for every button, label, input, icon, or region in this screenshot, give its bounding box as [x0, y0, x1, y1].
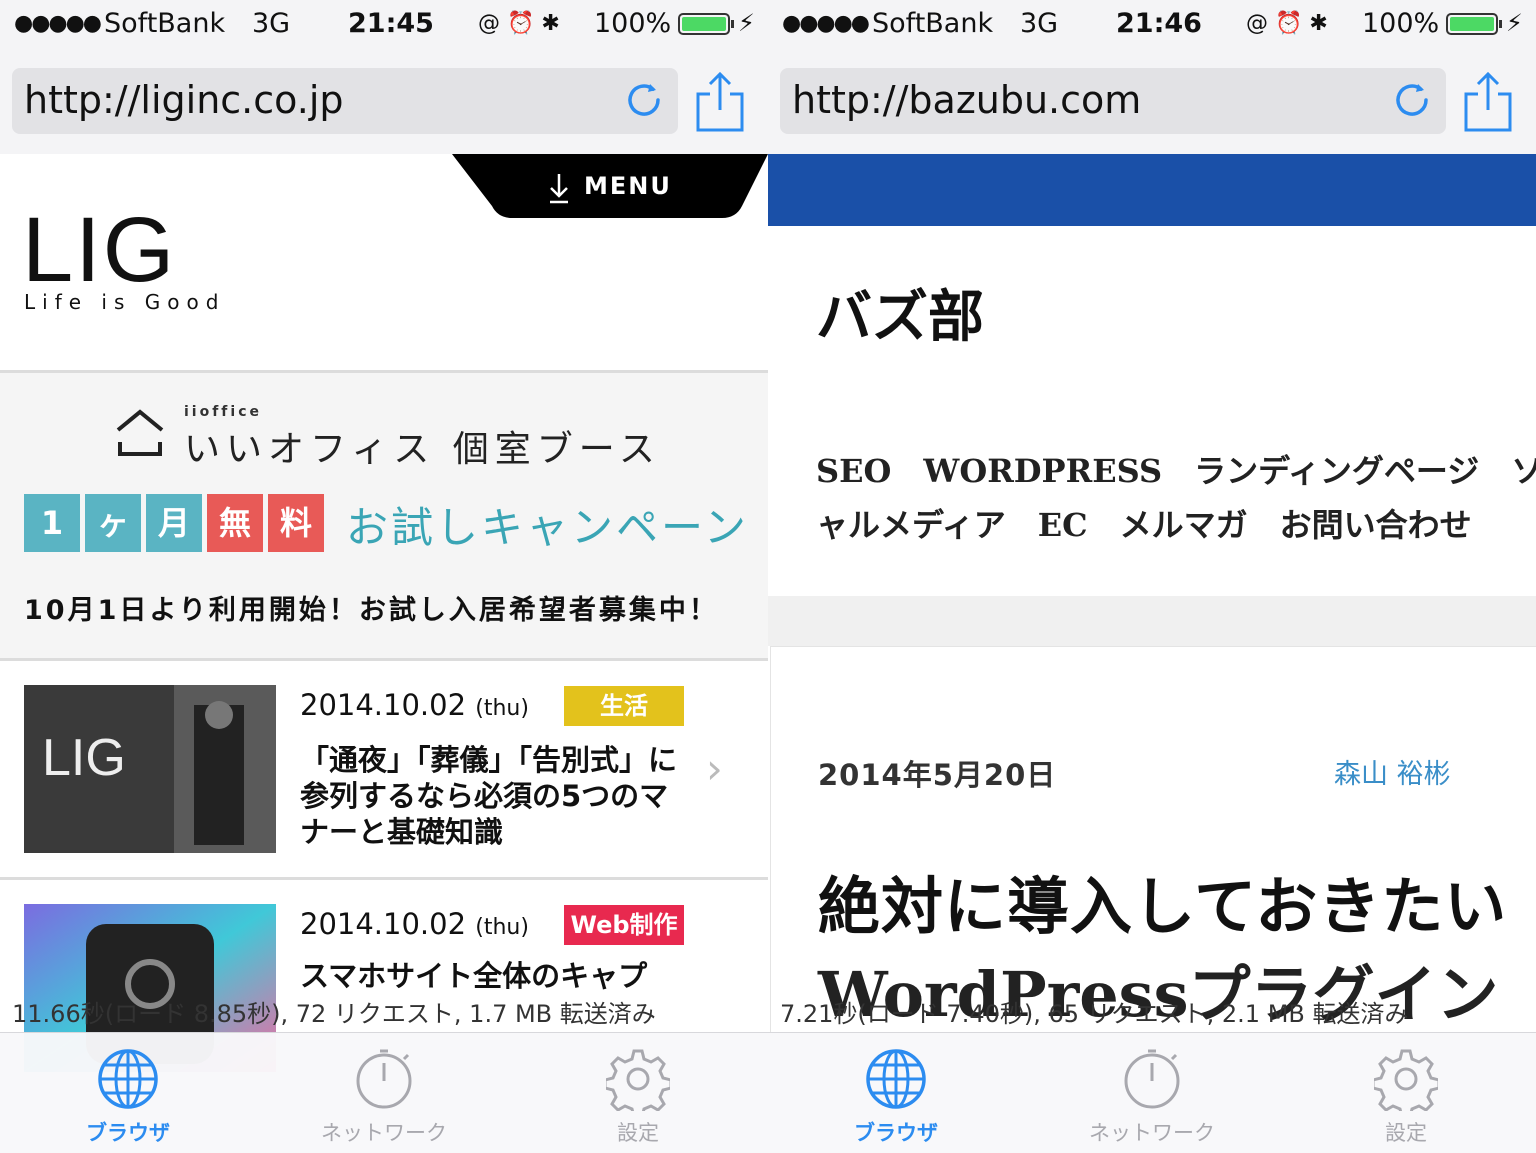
battery-percent: 100%	[594, 8, 672, 39]
post-author[interactable]: 森山 裕彬	[1334, 752, 1451, 791]
promo-note: 10月1日より利用開始！お試し入居希望者募集中！	[24, 595, 719, 626]
tab-label: ネットワーク	[1089, 1121, 1215, 1145]
url-text: http://bazubu.com	[792, 78, 1142, 122]
campaign-chip: 料	[268, 494, 324, 552]
tab-label: 設定	[1385, 1121, 1427, 1145]
campaign-chip: ヶ	[85, 494, 141, 552]
article-date: 2014.10.02 (thu)	[300, 688, 529, 722]
battery-icon	[678, 13, 734, 35]
left-screenshot: ●●●●● SoftBank 3G 21:45 @ ⏰ ✱ 100% ⚡ htt…	[0, 0, 768, 1153]
thumbnail-logo: LIG	[42, 729, 126, 787]
section-gap	[768, 596, 1536, 646]
reload-icon[interactable]	[1390, 78, 1434, 122]
tab-browser[interactable]: ブラウザ	[816, 1047, 976, 1152]
battery-percent: 100%	[1362, 8, 1440, 39]
article-title: スマホサイト全体のキャプ	[300, 959, 648, 993]
url-field[interactable]: http://liginc.co.jp	[12, 68, 678, 134]
menu-button[interactable]: MENU	[584, 172, 672, 200]
post-date: 2014年5月20日	[818, 758, 1057, 792]
tab-label: ブラウザ	[854, 1121, 938, 1145]
reload-icon[interactable]	[622, 78, 666, 122]
gear-icon	[606, 1049, 670, 1111]
address-bar: http://bazubu.com	[768, 52, 1536, 154]
post-title[interactable]: 絶対に導入しておきたい	[818, 856, 1507, 946]
address-bar: http://liginc.co.jp	[0, 52, 768, 154]
globe-icon	[98, 1049, 158, 1109]
campaign-text: お試しキャンペーン	[346, 503, 749, 552]
tab-label: ブラウザ	[86, 1121, 170, 1145]
tab-browser[interactable]: ブラウザ	[48, 1047, 208, 1152]
site-nav[interactable]: SEO WORDPRESS ランディングページ ソー	[816, 446, 1536, 492]
promo-title: いいオフィス 個室ブース	[184, 429, 661, 470]
load-stats: 11.66秒(ロード 8.85秒), 72 リクエスト, 1.7 MB 転送済み	[12, 1000, 656, 1028]
stopwatch-icon	[356, 1049, 412, 1109]
download-arrow-icon	[550, 174, 568, 204]
clock: 21:46	[1116, 8, 1202, 39]
lig-tagline: Life is Good	[24, 290, 226, 314]
tab-bar: ブラウザ ネットワーク 設定	[768, 1032, 1536, 1153]
url-field[interactable]: http://bazubu.com	[780, 68, 1446, 134]
campaign-chip: 無	[207, 494, 263, 552]
house-icon	[116, 409, 164, 456]
signal-strength: ●●●●●	[782, 11, 870, 36]
network-type: 3G	[1020, 8, 1059, 39]
share-icon[interactable]	[1460, 70, 1516, 134]
tab-label: ネットワーク	[321, 1121, 447, 1145]
charging-icon: ⚡	[738, 9, 755, 37]
category-badge[interactable]: Web制作	[564, 905, 684, 945]
tab-network[interactable]: ネットワーク	[304, 1047, 464, 1152]
article-date: 2014.10.02 (thu)	[300, 907, 529, 941]
carrier-name: SoftBank	[872, 8, 994, 39]
tab-settings[interactable]: 設定	[558, 1047, 718, 1152]
charging-icon: ⚡	[1506, 9, 1523, 37]
site-header-bar	[768, 154, 1536, 226]
network-type: 3G	[252, 8, 291, 39]
tab-settings[interactable]: 設定	[1326, 1047, 1486, 1152]
status-bar: ●●●●● SoftBank 3G 21:45 @ ⏰ ✱ 100% ⚡	[0, 0, 768, 52]
clock: 21:45	[348, 8, 434, 39]
promo-brand: iioffice	[184, 404, 262, 420]
lig-logo[interactable]: LIG	[22, 204, 176, 296]
chevron-right-icon: ›	[706, 744, 723, 793]
tab-network[interactable]: ネットワーク	[1072, 1047, 1232, 1152]
url-text: http://liginc.co.jp	[24, 78, 344, 122]
stopwatch-icon	[1124, 1049, 1180, 1109]
load-stats: 7.21秒(ロード 7.40秒), 65 リクエスト, 2.1 MB 転送済み	[780, 1000, 1409, 1028]
category-badge[interactable]: 生活	[564, 686, 684, 726]
gear-icon	[1374, 1049, 1438, 1111]
tab-label: 設定	[617, 1121, 659, 1145]
article-title: 「通夜」「葬儀」「告別式」に参列するなら必須の5つのマナーと基礎知識	[300, 743, 678, 849]
right-screenshot: ●●●●● SoftBank 3G 21:46 @ ⏰ ✱ 100% ⚡ htt…	[768, 0, 1536, 1153]
status-icons: @ ⏰ ✱	[1246, 11, 1328, 36]
site-title[interactable]: バズ部	[816, 272, 984, 353]
campaign-chip: 1	[24, 494, 80, 552]
campaign-chip: 月	[146, 494, 202, 552]
carrier-name: SoftBank	[104, 8, 226, 39]
battery-icon	[1446, 13, 1502, 35]
site-nav[interactable]: ャルメディア EC メルマガ お問い合わせ	[816, 500, 1472, 546]
status-bar: ●●●●● SoftBank 3G 21:46 @ ⏰ ✱ 100% ⚡	[768, 0, 1536, 52]
globe-icon	[866, 1049, 926, 1109]
signal-strength: ●●●●●	[14, 11, 102, 36]
share-icon[interactable]	[692, 70, 748, 134]
status-icons: @ ⏰ ✱	[478, 11, 560, 36]
tab-bar: ブラウザ ネットワーク 設定	[0, 1032, 768, 1153]
